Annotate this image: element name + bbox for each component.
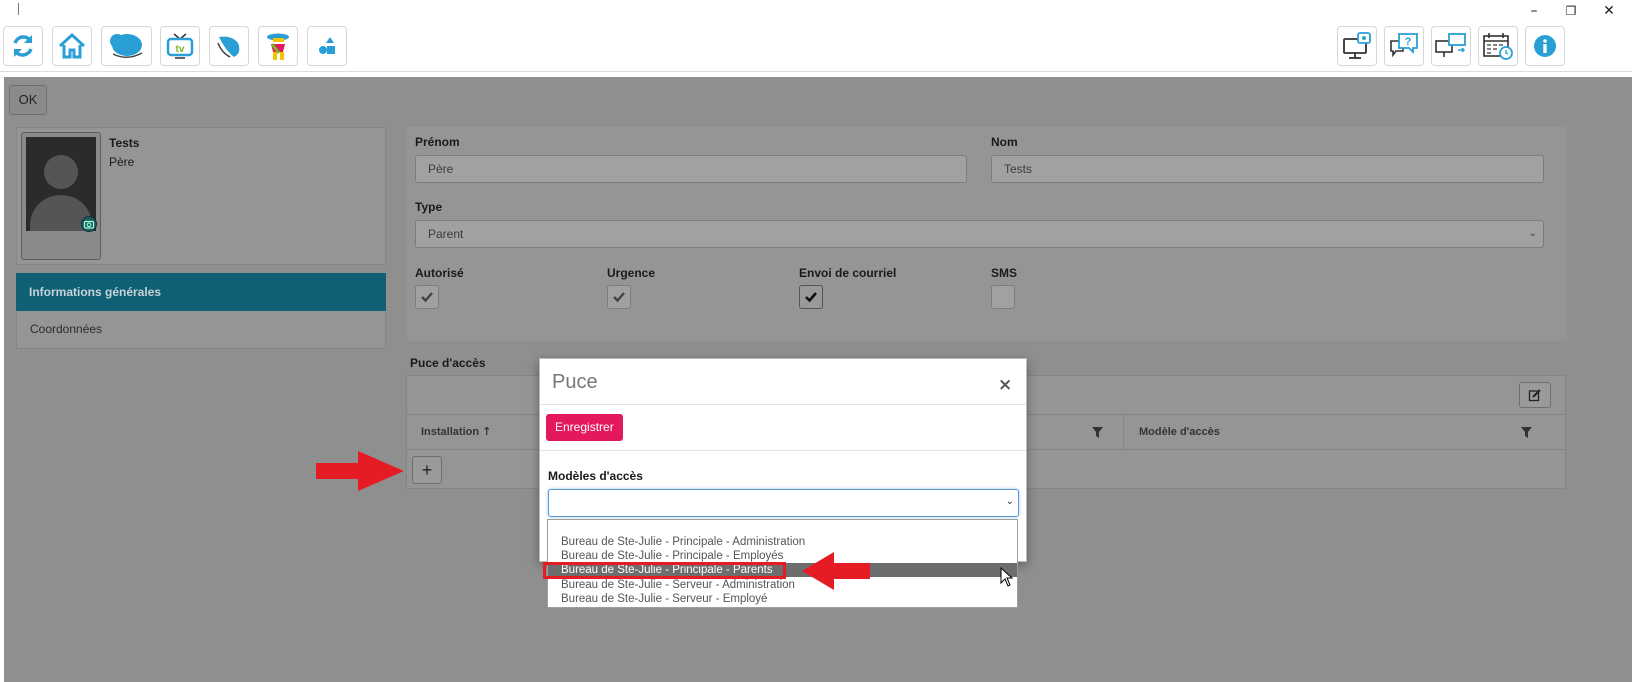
checkmark-icon [613, 292, 625, 303]
remote-monitors-button[interactable] [1431, 26, 1471, 66]
person-form: Prénom Père Nom Tests Type Parent ⌄ Auto… [407, 127, 1567, 341]
checkmark-icon [805, 292, 817, 303]
modal-title: Puce [552, 371, 598, 393]
butterfly-app-button[interactable] [209, 26, 249, 66]
annotation-arrow-right [316, 451, 404, 491]
urgence-label: Urgence [607, 266, 656, 280]
puce-section-title: Puce d'accès [410, 356, 486, 370]
help-chat-icon: ? [1390, 33, 1418, 58]
type-select[interactable]: Parent ⌄ [415, 220, 1544, 248]
envoi-courriel-checkbox[interactable] [799, 285, 823, 309]
cloud-app-button[interactable] [101, 26, 152, 66]
calendar-clock-icon [1483, 33, 1513, 60]
cloud-icon [109, 34, 142, 58]
modeles-acces-label: Modèles d'accès [548, 469, 643, 483]
filter-icon[interactable] [1092, 427, 1103, 438]
autorise-label: Autorisé [415, 266, 464, 280]
type-label: Type [415, 200, 443, 214]
shapes-icon [319, 37, 335, 54]
save-button[interactable]: Enregistrer [546, 414, 623, 441]
close-window-button[interactable]: ✕ [1598, 2, 1620, 20]
app-toolbar: tv ? [0, 22, 1632, 72]
sms-label: SMS [991, 266, 1018, 280]
prenom-label: Prénom [415, 135, 460, 149]
checkmark-icon [421, 292, 433, 303]
envoi-courriel-label: Envoi de courriel [799, 266, 897, 280]
help-chat-button[interactable]: ? [1384, 26, 1424, 66]
profile-card: Tests Père [16, 127, 386, 265]
annotation-highlight-box [543, 562, 786, 579]
edit-button[interactable] [1519, 382, 1551, 408]
monitor-settings-button[interactable] [1337, 26, 1377, 66]
nav-item-coordinates[interactable]: Coordonnées [16, 311, 386, 349]
urgence-checkbox[interactable] [607, 285, 631, 309]
ok-button[interactable]: OK [9, 85, 47, 115]
prenom-field[interactable]: Père [415, 155, 967, 183]
add-puce-button[interactable]: + [412, 456, 442, 484]
refresh-button[interactable] [3, 26, 43, 66]
chevron-down-icon: ⌄ [1005, 496, 1014, 507]
tv-icon: tv [166, 33, 194, 59]
person-name: Tests [109, 136, 140, 150]
shapes-app-button[interactable] [307, 26, 347, 66]
svg-text:?: ? [1405, 36, 1412, 48]
close-icon[interactable]: × [998, 375, 1012, 395]
window-title-bar: – ❐ ✕ [0, 0, 1632, 22]
filter-icon[interactable] [1521, 427, 1532, 438]
info-icon [1534, 35, 1556, 57]
person-role: Père [109, 155, 135, 169]
dropdown-option[interactable]: Bureau de Ste-Julie - Serveur - Administ… [548, 578, 1017, 592]
col-modele-acces[interactable]: Modèle d'accès [1139, 415, 1220, 449]
title-caret [18, 3, 19, 15]
edit-icon [1528, 389, 1541, 402]
monitor-settings-icon [1343, 32, 1371, 59]
info-button[interactable] [1525, 26, 1565, 66]
tv-button[interactable]: tv [160, 26, 200, 66]
refresh-icon [13, 35, 33, 57]
annotation-arrow-left [802, 552, 870, 590]
dropdown-option[interactable]: Bureau de Ste-Julie - Serveur - Employé [548, 592, 1017, 606]
type-value: Parent [428, 227, 464, 241]
autorise-checkbox[interactable] [415, 285, 439, 309]
avatar[interactable] [21, 132, 101, 260]
dropdown-option[interactable]: Bureau de Ste-Julie - Principale - Admin… [548, 535, 1017, 549]
minimize-button[interactable]: – [1523, 2, 1545, 20]
sms-checkbox[interactable] [991, 285, 1015, 309]
calendar-button[interactable] [1478, 26, 1518, 66]
nom-field[interactable]: Tests [991, 155, 1544, 183]
character-icon [267, 33, 289, 60]
dropdown-option[interactable]: Bureau de Ste-Julie - Principale - Emplo… [548, 549, 1017, 563]
col-installation[interactable]: Installation ↑ [421, 415, 491, 449]
butterfly-icon [217, 36, 240, 58]
nom-label: Nom [991, 135, 1018, 149]
remote-monitors-icon [1435, 33, 1466, 57]
col-installation-label: Installation [421, 426, 480, 438]
modeles-acces-select[interactable]: ⌄ [548, 489, 1019, 517]
tv-label: tv [176, 44, 185, 55]
home-icon [58, 32, 86, 59]
restore-button[interactable]: ❐ [1560, 2, 1582, 20]
home-button[interactable] [52, 26, 92, 66]
chevron-down-icon: ⌄ [1528, 228, 1537, 239]
sort-arrow-icon: ↑ [482, 425, 492, 438]
character-app-button[interactable] [258, 26, 298, 66]
mouse-pointer-icon [1000, 567, 1014, 587]
nav-item-general-info[interactable]: Informations générales [16, 273, 386, 311]
camera-icon[interactable] [81, 216, 97, 232]
